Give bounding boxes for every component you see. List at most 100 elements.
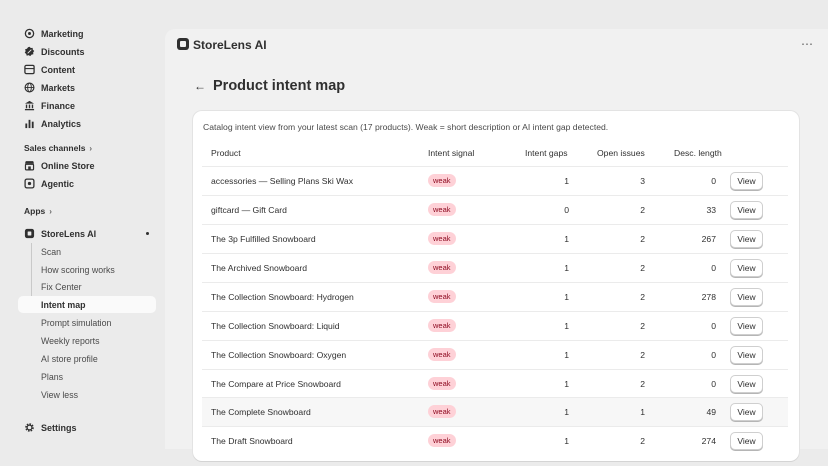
content-icon — [24, 64, 35, 75]
sidebar-subitem-label: Scan — [41, 246, 62, 257]
bank-icon — [24, 100, 35, 111]
desc-length-value: 0 — [711, 321, 716, 331]
intent-signal-badge: weak — [428, 174, 456, 187]
intent-gaps-value: 1 — [564, 407, 569, 417]
view-button[interactable]: View — [730, 230, 763, 248]
intent-gaps-value: 1 — [564, 176, 569, 186]
sidebar-subitem-ai-store-profile[interactable]: AI store profile — [18, 350, 156, 367]
sidebar-item-markets[interactable]: Markets — [18, 79, 156, 96]
chevron-right-icon: › — [49, 206, 52, 216]
sidebar-item-label: Finance — [41, 100, 76, 111]
intent-signal-badge: weak — [428, 348, 456, 361]
pin-dot-icon — [146, 232, 149, 235]
view-button[interactable]: View — [730, 403, 763, 421]
view-button[interactable]: View — [730, 259, 763, 277]
sidebar-item-label: StoreLens AI — [41, 228, 97, 239]
open-issues-value: 1 — [640, 407, 645, 417]
sidebar-subitem-label: Plans — [41, 371, 64, 382]
intent-signal-badge: weak — [428, 290, 456, 303]
sidebar-subitem-weekly-reports[interactable]: Weekly reports — [18, 332, 156, 349]
intent-gaps-value: 0 — [564, 205, 569, 215]
sidebar-item-marketing[interactable]: Marketing — [18, 25, 156, 42]
intent-gaps-value: 1 — [564, 321, 569, 331]
product-name: giftcard — Gift Card — [211, 205, 287, 215]
sidebar-item-label: Online Store — [41, 160, 95, 171]
sidebar: Marketing Discounts Content Markets Fina… — [0, 0, 164, 466]
sidebar-subitem-scan[interactable]: Scan — [18, 243, 156, 260]
desc-length-value: 0 — [711, 350, 716, 360]
globe-icon — [24, 82, 35, 93]
product-name: The Complete Snowboard — [211, 407, 311, 417]
desc-length-value: 0 — [711, 379, 716, 389]
sidebar-subitem-intent-map[interactable]: Intent map — [18, 296, 156, 313]
product-name: The Compare at Price Snowboard — [211, 379, 341, 389]
table-row: The Archived Snowboard weak 1 2 0 View — [202, 253, 788, 282]
open-issues-value: 2 — [640, 205, 645, 215]
view-button[interactable]: View — [730, 172, 763, 190]
sidebar-subitem-label: How scoring works — [41, 264, 115, 275]
sidebar-subitem-label: AI store profile — [41, 353, 98, 364]
desc-length-value: 33 — [706, 205, 716, 215]
sales-channels-header[interactable]: Sales channels › — [24, 143, 92, 153]
sidebar-subitem-prompt-simulation[interactable]: Prompt simulation — [18, 314, 156, 331]
open-issues-value: 3 — [640, 176, 645, 186]
intent-gaps-value: 1 — [564, 379, 569, 389]
view-button[interactable]: View — [730, 317, 763, 335]
table-row: giftcard — Gift Card weak 0 2 33 View — [202, 195, 788, 224]
table-row: The Draft Snowboard weak 1 2 274 View — [202, 426, 788, 455]
sidebar-item-discounts[interactable]: Discounts — [18, 43, 156, 60]
page-title: Product intent map — [213, 78, 346, 94]
table-row: The 3p Fulfilled Snowboard weak 1 2 267 … — [202, 224, 788, 253]
product-name: The 3p Fulfilled Snowboard — [211, 234, 316, 244]
view-button[interactable]: View — [730, 346, 763, 364]
column-header-product: Product — [211, 148, 241, 158]
sidebar-item-label: Markets — [41, 82, 76, 93]
open-issues-value: 2 — [640, 379, 645, 389]
sidebar-item-label: Agentic — [41, 178, 75, 189]
sidebar-item-label: Marketing — [41, 28, 84, 39]
intent-signal-badge: weak — [428, 377, 456, 390]
view-button[interactable]: View — [730, 375, 763, 393]
desc-length-value: 49 — [706, 407, 716, 417]
sidebar-item-analytics[interactable]: Analytics — [18, 115, 156, 132]
desc-length-value: 274 — [701, 436, 716, 446]
app-title: StoreLens AI — [193, 38, 267, 52]
product-name: The Collection Snowboard: Hydrogen — [211, 292, 354, 302]
product-name: The Archived Snowboard — [211, 263, 308, 273]
more-actions-button[interactable]: ⋯ — [801, 37, 814, 51]
sidebar-subitem-view-less[interactable]: View less — [18, 386, 156, 403]
intent-gaps-value: 1 — [564, 263, 569, 273]
open-issues-value: 2 — [640, 436, 645, 446]
intent-signal-badge: weak — [428, 319, 456, 332]
discount-icon — [24, 46, 35, 57]
back-arrow-icon[interactable]: ← — [194, 79, 206, 93]
sidebar-item-online-store[interactable]: Online Store — [18, 157, 156, 174]
sidebar-subitem-how-scoring-works[interactable]: How scoring works — [18, 261, 156, 278]
open-issues-value: 2 — [640, 234, 645, 244]
agentic-icon — [24, 178, 35, 189]
apps-header[interactable]: Apps › — [24, 206, 52, 216]
sidebar-item-settings[interactable]: Settings — [18, 419, 156, 436]
sidebar-item-content[interactable]: Content — [18, 61, 156, 78]
column-header-intent-gaps: Intent gaps — [525, 148, 568, 158]
intent-signal-badge: weak — [428, 232, 456, 245]
chevron-right-icon: › — [89, 143, 93, 153]
product-name: The Draft Snowboard — [211, 436, 293, 446]
sidebar-subitem-label: View less — [41, 389, 78, 400]
sidebar-item-agentic[interactable]: Agentic — [18, 175, 156, 192]
sidebar-subitem-fix-center[interactable]: Fix Center — [18, 278, 156, 295]
intent-gaps-value: 1 — [564, 292, 569, 302]
table-row: The Complete Snowboard weak 1 1 49 View — [202, 397, 788, 426]
sidebar-subitem-label: Prompt simulation — [41, 317, 112, 328]
sidebar-item-finance[interactable]: Finance — [18, 97, 156, 114]
view-button[interactable]: View — [730, 201, 763, 219]
intent-signal-badge: weak — [428, 203, 456, 216]
sidebar-subitem-plans[interactable]: Plans — [18, 368, 156, 385]
intent-gaps-value: 1 — [564, 350, 569, 360]
desc-length-value: 0 — [711, 176, 716, 186]
sidebar-subitem-label: Weekly reports — [41, 335, 100, 346]
sidebar-item-storelens-ai[interactable]: StoreLens AI — [18, 225, 156, 242]
intent-gaps-value: 1 — [564, 436, 569, 446]
view-button[interactable]: View — [730, 432, 763, 450]
view-button[interactable]: View — [730, 288, 763, 306]
